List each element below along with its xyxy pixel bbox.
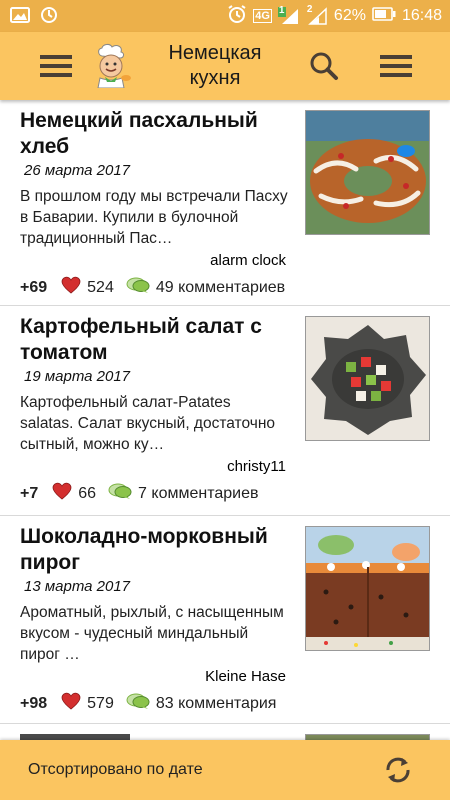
vote-score[interactable]: +7 bbox=[20, 485, 38, 503]
likes-count: 524 bbox=[87, 278, 114, 296]
gallery-icon bbox=[10, 7, 30, 28]
sort-label[interactable]: Отсортировано по дате bbox=[28, 761, 203, 779]
chef-logo-icon bbox=[88, 42, 134, 89]
refresh-button[interactable] bbox=[376, 748, 420, 792]
hamburger-menu-icon bbox=[40, 55, 72, 77]
app-screen: 4G 1 2 62% 16:48 Немецкая кухня Немецкий… bbox=[0, 0, 450, 800]
recipe-stats: +7 66 7 комментариев bbox=[20, 482, 258, 505]
alarm-icon bbox=[227, 4, 247, 29]
recipe-title[interactable]: Немецкий пасхальный хлеб bbox=[20, 108, 290, 160]
vote-score[interactable]: +69 bbox=[20, 279, 47, 297]
heart-icon[interactable] bbox=[61, 276, 81, 299]
recipe-card[interactable]: Картофельный салат с томатом 19 марта 20… bbox=[0, 306, 450, 516]
app-title: Немецкая кухня bbox=[168, 42, 262, 89]
recipe-author[interactable]: alarm clock bbox=[210, 252, 286, 269]
hamburger-menu-icon bbox=[380, 55, 412, 77]
refresh-icon bbox=[386, 757, 410, 783]
recipe-thumbnail[interactable] bbox=[305, 316, 430, 441]
search-button[interactable] bbox=[300, 42, 348, 90]
comments-icon[interactable] bbox=[126, 276, 150, 299]
recipe-date: 19 марта 2017 bbox=[24, 368, 131, 385]
recipe-card[interactable] bbox=[0, 724, 450, 740]
recipe-stats: +69 524 49 комментариев bbox=[20, 276, 285, 299]
vote-score[interactable]: +98 bbox=[20, 695, 47, 713]
recipe-title[interactable]: Шоколадно-морковный пирог bbox=[20, 524, 290, 576]
recipe-stats: +98 579 83 комментария bbox=[20, 692, 276, 715]
comments-count[interactable]: 83 комментария bbox=[156, 695, 277, 713]
recipe-author[interactable]: Kleine Hase bbox=[205, 668, 286, 685]
recipe-thumbnail[interactable] bbox=[305, 110, 430, 235]
clock: 16:48 bbox=[401, 7, 442, 24]
options-menu-button[interactable] bbox=[372, 42, 420, 90]
recipe-feed[interactable]: Немецкий пасхальный хлеб 26 марта 2017 В… bbox=[0, 100, 450, 740]
status-bar: 4G 1 2 62% 16:48 bbox=[0, 0, 450, 32]
heart-icon[interactable] bbox=[61, 692, 81, 715]
recipe-card[interactable]: Немецкий пасхальный хлеб 26 марта 2017 В… bbox=[0, 100, 450, 306]
recipe-date: 13 марта 2017 bbox=[24, 578, 131, 595]
comments-icon[interactable] bbox=[108, 482, 132, 505]
likes-count: 66 bbox=[78, 484, 97, 502]
sort-bar: Отсортировано по дате bbox=[0, 740, 450, 800]
likes-count: 579 bbox=[87, 694, 114, 712]
recipe-excerpt: В прошлом году мы встречали Пасху в Бава… bbox=[20, 188, 288, 247]
recipe-excerpt: Ароматный, рыхлый, с насыщенным вкусом -… bbox=[20, 604, 284, 663]
network-type-badge: 4G bbox=[253, 9, 272, 23]
recipe-author[interactable]: christy11 bbox=[227, 458, 286, 475]
comments-icon[interactable] bbox=[126, 692, 150, 715]
comments-count[interactable]: 49 комментариев bbox=[156, 279, 285, 297]
heart-icon[interactable] bbox=[52, 482, 72, 505]
battery-icon bbox=[372, 6, 396, 26]
comments-count[interactable]: 7 комментариев bbox=[138, 485, 258, 503]
signal-sim1-icon: 1 bbox=[277, 5, 300, 25]
recipe-card[interactable]: Шоколадно-морковный пирог 13 марта 2017 … bbox=[0, 516, 450, 724]
search-icon bbox=[310, 52, 338, 80]
battery-percent: 62% bbox=[333, 7, 366, 24]
navigation-menu-button[interactable] bbox=[32, 42, 80, 90]
recipe-excerpt: Картофельный салат-Patates salatas. Сала… bbox=[20, 394, 276, 453]
recipe-date: 26 марта 2017 bbox=[24, 162, 131, 179]
app-toolbar: Немецкая кухня bbox=[0, 32, 450, 100]
signal-sim2-icon: 2 bbox=[306, 4, 328, 25]
recipe-thumbnail[interactable] bbox=[305, 526, 430, 651]
recipe-title[interactable]: Картофельный салат с томатом bbox=[20, 314, 290, 366]
sync-icon bbox=[40, 6, 58, 29]
